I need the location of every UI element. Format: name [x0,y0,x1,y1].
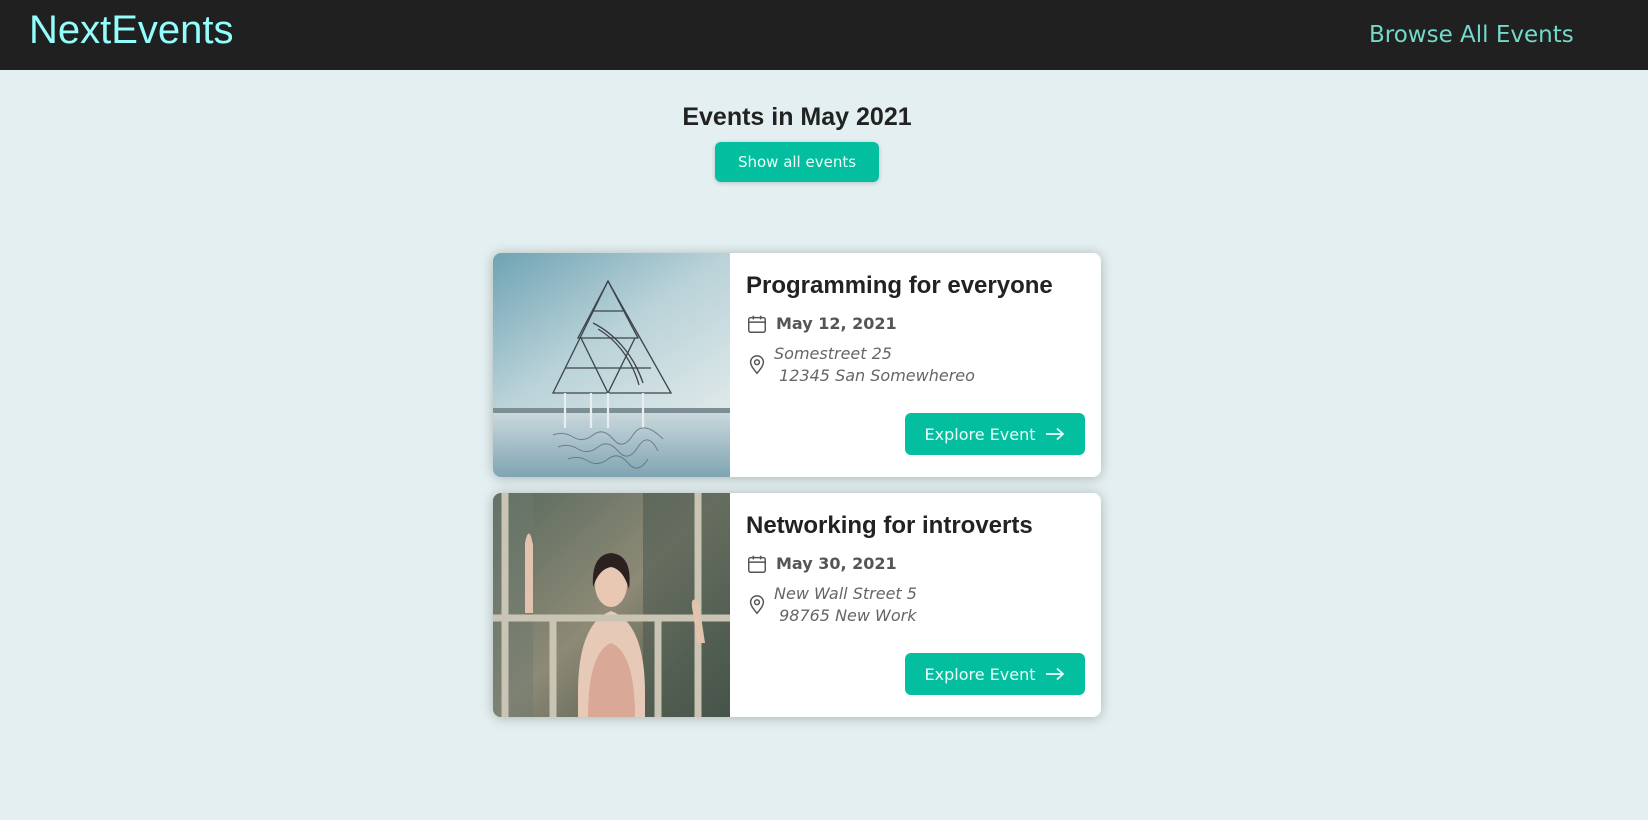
top-navbar: NextEvents Browse All Events [0,0,1648,70]
browse-all-events-link[interactable]: Browse All Events [1369,19,1574,51]
explore-event-button[interactable]: Explore Event [905,653,1085,695]
event-address: Somestreet 25 12345 San Somewhereo [774,343,975,387]
event-title: Programming for everyone [746,272,1053,299]
map-pin-icon [749,595,765,615]
event-address-row: New Wall Street 5 98765 New Work [746,583,917,627]
event-address: New Wall Street 5 98765 New Work [774,583,917,627]
calendar-icon [748,315,766,333]
event-title: Networking for introverts [746,512,1033,539]
arrow-right-icon [1046,667,1065,681]
event-address-line2: 98765 New Work [774,606,917,625]
event-address-line1: Somestreet 25 [774,344,892,363]
arrow-right-icon [1046,427,1065,441]
event-address-line2: 12345 San Somewhereo [774,366,975,385]
map-pin-icon [749,355,765,375]
show-all-events-button[interactable]: Show all events [715,142,879,182]
event-date-row: May 30, 2021 [746,553,897,575]
explore-event-button[interactable]: Explore Event [905,413,1085,455]
event-image-tower [493,253,730,477]
event-image-woman [493,493,730,717]
event-address-line1: New Wall Street 5 [774,584,917,603]
calendar-icon [748,555,766,573]
event-card: Programming for everyone May 12, 2021 So… [493,253,1101,477]
event-address-row: Somestreet 25 12345 San Somewhereo [746,343,975,387]
event-date: May 30, 2021 [776,554,897,573]
explore-event-label: Explore Event [924,424,1036,444]
site-logo[interactable]: NextEvents [29,6,234,54]
page-title: Events in May 2021 [682,103,912,131]
event-date: May 12, 2021 [776,314,897,333]
explore-event-label: Explore Event [924,664,1036,684]
event-date-row: May 12, 2021 [746,313,897,335]
event-card: Networking for introverts May 30, 2021 N… [493,493,1101,717]
